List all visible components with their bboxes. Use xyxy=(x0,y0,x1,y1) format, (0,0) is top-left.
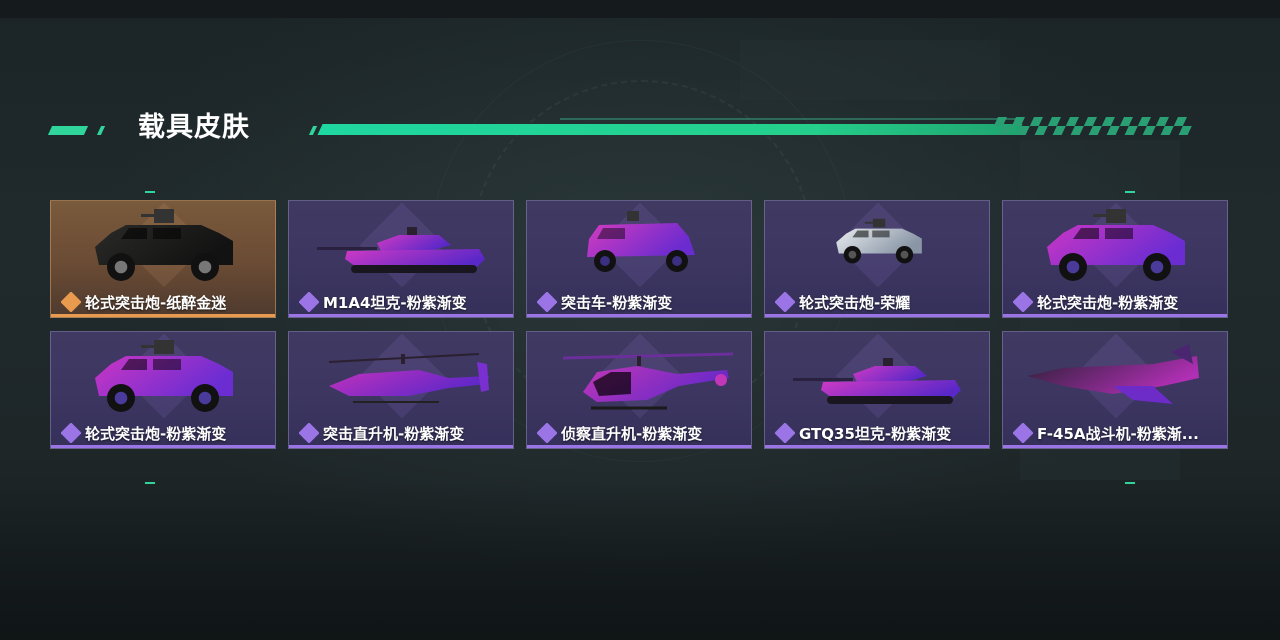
top-strip xyxy=(0,0,1280,18)
rarity-bar xyxy=(1003,314,1227,317)
skin-label-row: M1A4坦克-粉紫渐变 xyxy=(299,289,507,315)
rarity-diamond-icon xyxy=(1013,292,1033,312)
skin-name: M1A4坦克-粉紫渐变 xyxy=(323,293,467,312)
skin-card-7[interactable]: 突击直升机-粉紫渐变 xyxy=(288,331,514,449)
skin-name: 轮式突击炮-荣耀 xyxy=(799,293,911,312)
section-title: 载具皮肤 xyxy=(138,112,250,143)
vehicle-image xyxy=(317,227,485,273)
header-accent xyxy=(308,126,318,135)
skin-name: 轮式突击炮-纸醉金迷 xyxy=(85,293,227,312)
skin-card-9[interactable]: GTQ35坦克-粉紫渐变 xyxy=(764,331,990,449)
skin-card-4[interactable]: 轮式突击炮-荣耀 xyxy=(764,200,990,318)
skin-name: GTQ35坦克-粉紫渐变 xyxy=(799,424,952,443)
skin-label-row: 侦察直升机-粉紫渐变 xyxy=(537,420,745,446)
vehicle-image xyxy=(793,358,961,404)
rarity-bar xyxy=(1003,445,1227,448)
rarity-bar xyxy=(527,445,751,448)
vehicle-image xyxy=(95,209,233,281)
skin-name: 突击直升机-粉紫渐变 xyxy=(323,424,465,443)
rarity-bar xyxy=(289,445,513,448)
rarity-bar xyxy=(51,445,275,448)
skin-label-row: 轮式突击炮-粉紫渐变 xyxy=(1013,289,1221,315)
skin-card-8[interactable]: 侦察直升机-粉紫渐变 xyxy=(526,331,752,449)
rarity-bar xyxy=(527,314,751,317)
skin-name: F-45A战斗机-粉紫渐... xyxy=(1037,424,1199,443)
corner-tick xyxy=(1125,191,1135,193)
skin-card-6[interactable]: 轮式突击炮-粉紫渐变 xyxy=(50,331,276,449)
header-accent xyxy=(96,126,106,135)
rarity-diamond-icon xyxy=(61,292,81,312)
skin-card-10[interactable]: F-45A战斗机-粉紫渐... xyxy=(1002,331,1228,449)
skin-label-row: 轮式突击炮-粉紫渐变 xyxy=(61,420,269,446)
vehicle-image xyxy=(562,352,734,410)
corner-tick xyxy=(1125,482,1135,484)
skin-label-row: F-45A战斗机-粉紫渐... xyxy=(1013,420,1221,446)
skin-card-5[interactable]: 轮式突击炮-粉紫渐变 xyxy=(1002,200,1228,318)
vehicle-image xyxy=(1047,209,1185,281)
header-accent xyxy=(47,126,89,135)
skin-name: 突击车-粉紫渐变 xyxy=(561,293,673,312)
vehicle-image xyxy=(95,340,233,412)
skin-label-row: 轮式突击炮-纸醉金迷 xyxy=(61,289,269,315)
rarity-diamond-icon xyxy=(775,292,795,312)
rarity-diamond-icon xyxy=(537,423,557,443)
rarity-diamond-icon xyxy=(299,292,319,312)
rarity-diamond-icon xyxy=(1013,423,1033,443)
header-checker-pattern xyxy=(993,117,1192,135)
bottom-shade xyxy=(0,480,1280,640)
rarity-bar xyxy=(51,314,275,317)
rarity-bar xyxy=(765,314,989,317)
rarity-diamond-icon xyxy=(61,423,81,443)
vehicle-image xyxy=(836,218,922,264)
skin-card-1[interactable]: 轮式突击炮-纸醉金迷 xyxy=(50,200,276,318)
skin-label-row: GTQ35坦克-粉紫渐变 xyxy=(775,420,983,446)
rarity-bar xyxy=(289,314,513,317)
rarity-diamond-icon xyxy=(775,423,795,443)
corner-tick xyxy=(145,191,155,193)
skin-name: 轮式突击炮-粉紫渐变 xyxy=(1037,293,1179,312)
skin-label-row: 突击车-粉紫渐变 xyxy=(537,289,745,315)
skin-label-row: 突击直升机-粉紫渐变 xyxy=(299,420,507,446)
header-thin-line xyxy=(560,118,1020,120)
corner-tick xyxy=(145,482,155,484)
vehicle-image xyxy=(1027,344,1199,404)
vehicle-image xyxy=(587,211,695,272)
header-bar xyxy=(317,124,1023,135)
vehicle-image xyxy=(328,353,489,403)
skin-card-3[interactable]: 突击车-粉紫渐变 xyxy=(526,200,752,318)
rarity-bar xyxy=(765,445,989,448)
skin-card-2[interactable]: M1A4坦克-粉紫渐变 xyxy=(288,200,514,318)
rarity-diamond-icon xyxy=(537,292,557,312)
skin-label-row: 轮式突击炮-荣耀 xyxy=(775,289,983,315)
skin-name: 轮式突击炮-粉紫渐变 xyxy=(85,424,227,443)
skin-name: 侦察直升机-粉紫渐变 xyxy=(561,424,703,443)
rarity-diamond-icon xyxy=(299,423,319,443)
